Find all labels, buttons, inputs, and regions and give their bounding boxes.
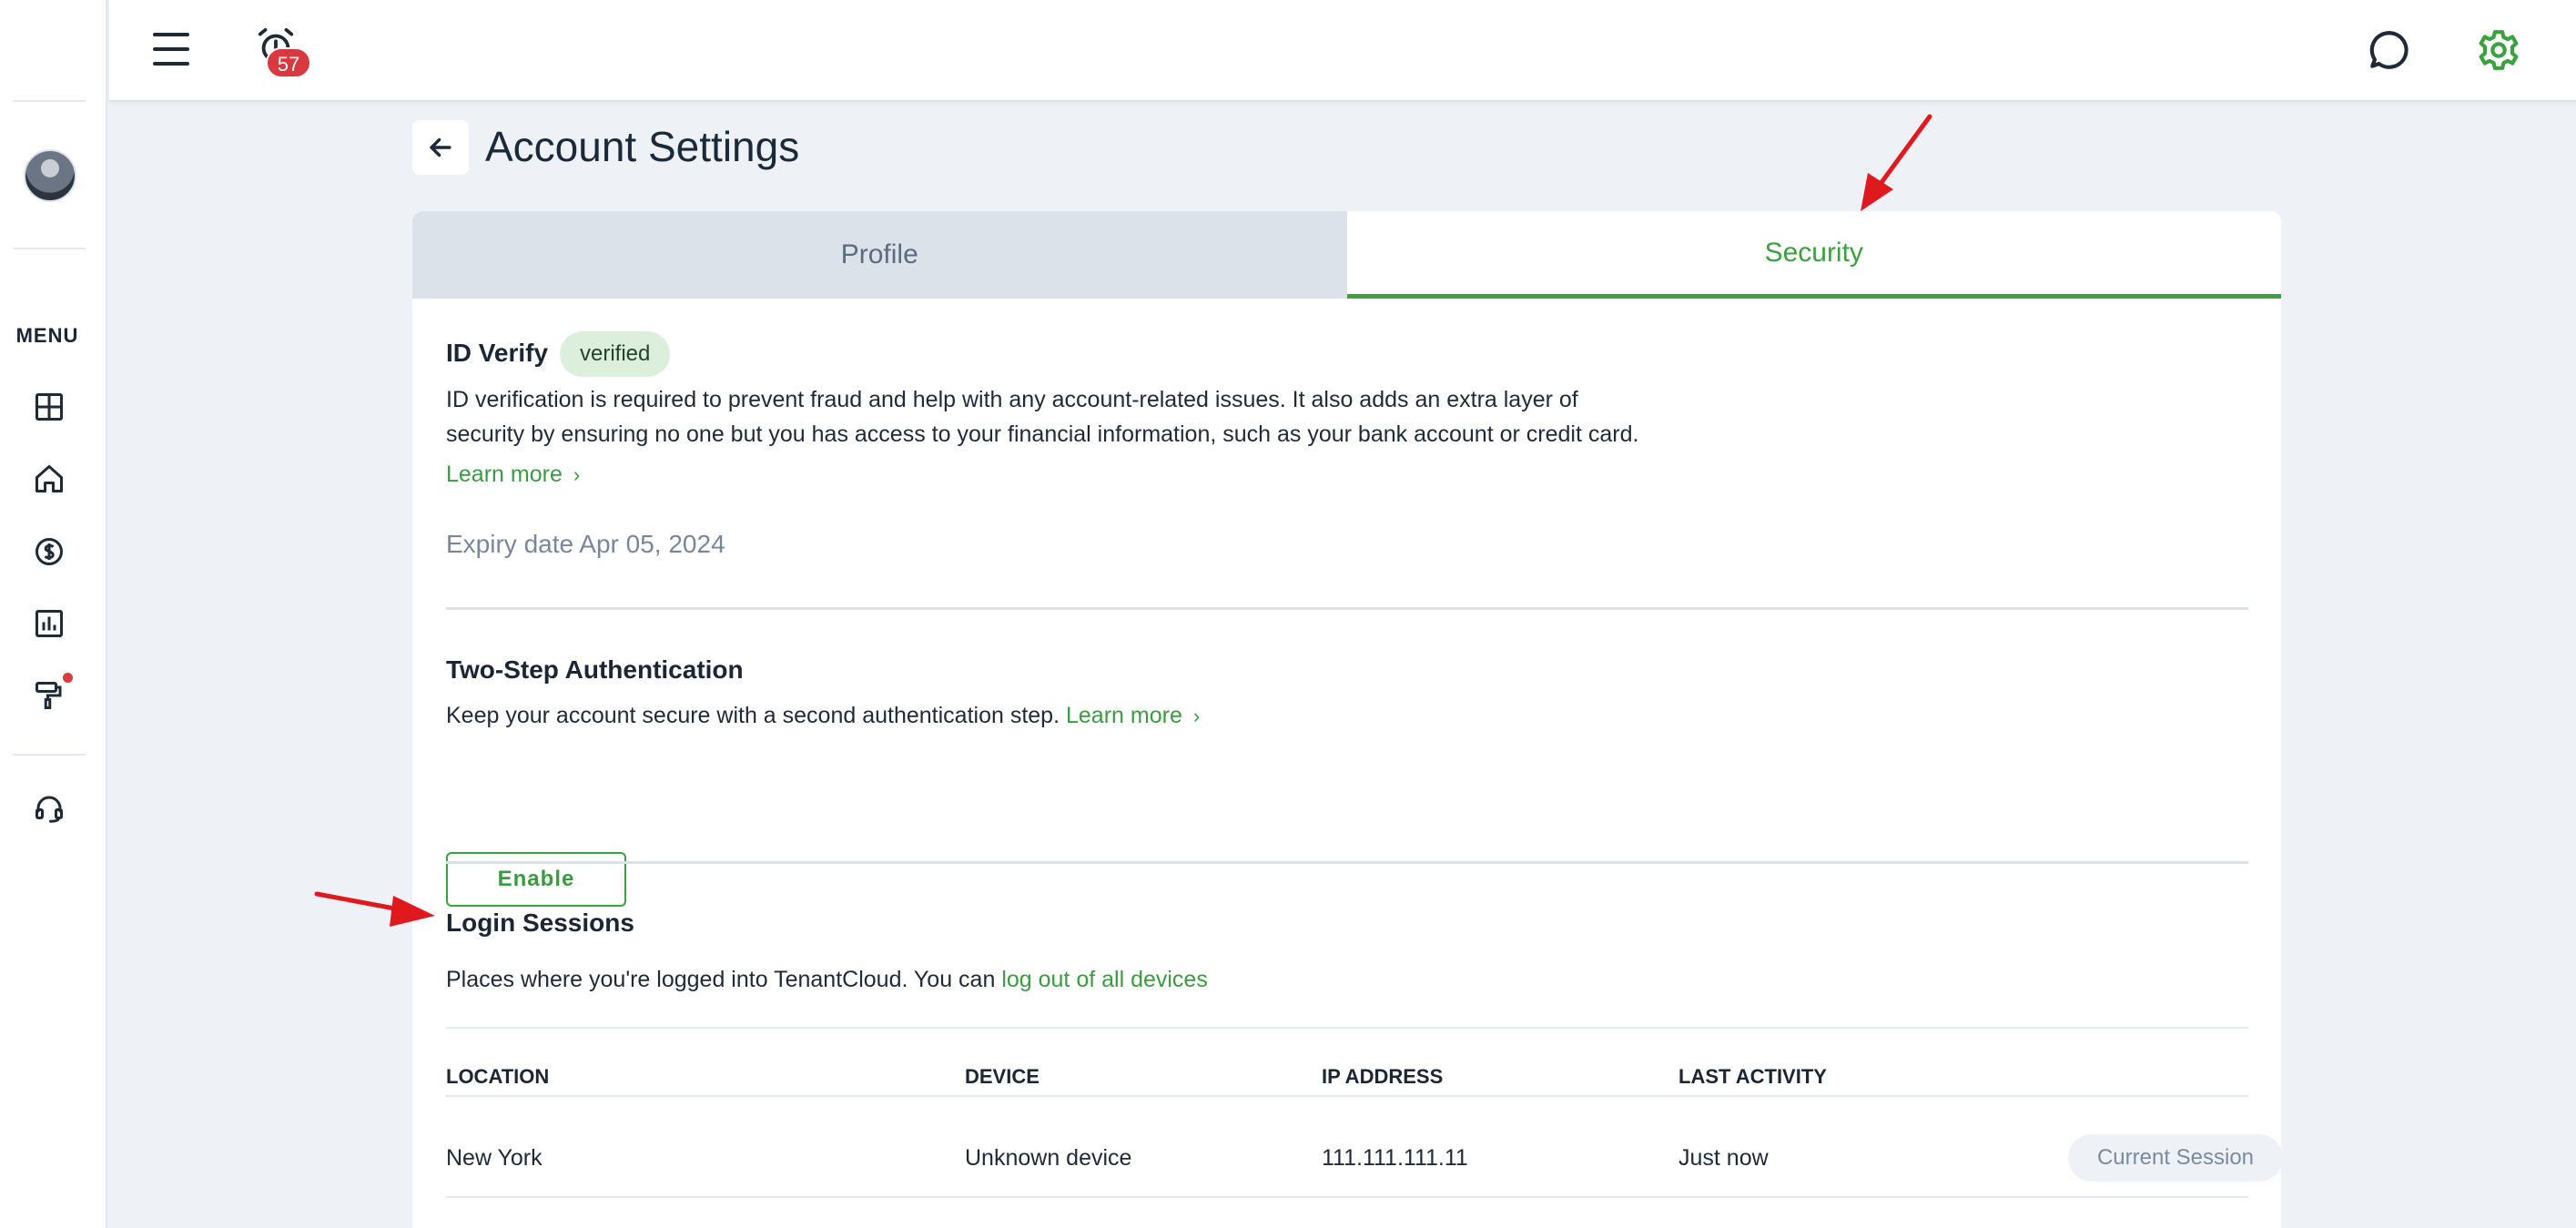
sidebar-item-reports[interactable]	[29, 604, 69, 644]
settings-button[interactable]	[2476, 27, 2521, 73]
sidebar-item-properties[interactable]	[29, 459, 69, 499]
arrow-left-icon	[430, 137, 451, 157]
logout-all-devices-link[interactable]: log out of all devices	[1001, 967, 1208, 992]
session-last-activity: Just now	[1678, 1145, 1769, 1171]
login-sessions-title: Login Sessions	[446, 908, 634, 937]
session-ip-address: 111.111.111.11	[1322, 1145, 1468, 1171]
two-step-description-row: Keep your account secure with a second a…	[446, 698, 1200, 734]
session-device: Unknown device	[965, 1145, 1132, 1171]
top-bar: 57	[109, 0, 2576, 102]
avatar[interactable]	[24, 149, 76, 202]
status-badge: verified	[560, 331, 671, 377]
gear-icon	[2479, 30, 2519, 70]
menu-label: MENU	[15, 324, 79, 347]
section-divider	[446, 607, 2248, 610]
paint-roller-icon	[35, 682, 62, 709]
chevron-right-icon: ›	[1192, 705, 1201, 727]
column-header-last-activity: LAST ACTIVITY	[1678, 1065, 1827, 1088]
sidebar-item-finances[interactable]	[29, 532, 69, 572]
sidebar-divider	[13, 754, 86, 756]
section-divider	[446, 861, 2248, 864]
login-sessions-description: Places where you're logged into TenantCl…	[446, 967, 996, 992]
login-sessions-description-row: Places where you're logged into TenantCl…	[446, 962, 1208, 997]
sidebar-divider	[13, 248, 86, 249]
page-title: Account Settings	[485, 123, 800, 170]
enable-button[interactable]: Enable	[446, 852, 626, 907]
sidebar: MENU	[0, 0, 107, 1228]
id-verify-title: ID Verify	[446, 339, 549, 367]
table-top-border	[446, 1027, 2248, 1029]
dollar-circle-icon	[35, 538, 63, 565]
sidebar-divider	[13, 100, 86, 102]
bar-chart-icon	[35, 610, 63, 637]
current-session-badge: Current Session	[2068, 1134, 2281, 1182]
back-button[interactable]	[412, 120, 469, 175]
expiry-date: Expiry date Apr 05, 2024	[446, 530, 725, 558]
tab-profile[interactable]: Profile	[412, 211, 1347, 299]
two-step-description: Keep your account secure with a second a…	[446, 703, 1060, 728]
settings-card: Profile Security ID Verify verified ID v…	[412, 211, 2281, 1228]
annotation-arrow-security	[1861, 114, 1932, 211]
column-header-device: DEVICE	[965, 1065, 1040, 1088]
chat-button[interactable]	[2367, 27, 2412, 73]
notification-badge: 57	[266, 47, 311, 78]
tab-security[interactable]: Security	[1346, 211, 2281, 299]
learn-more-text[interactable]: Learn more	[446, 462, 563, 487]
hamburger-menu-button[interactable]	[153, 33, 189, 66]
id-verify-learn-more-link[interactable]: Learn more ›	[446, 457, 580, 492]
two-step-title: Two-Step Authentication	[446, 655, 744, 684]
headset-icon	[35, 796, 63, 823]
dashboard-icon	[35, 393, 63, 421]
column-header-ip-address: IP ADDRESS	[1322, 1065, 1444, 1088]
notification-dot	[63, 673, 73, 683]
home-icon	[35, 465, 63, 492]
two-step-learn-more-link[interactable]: Learn more	[1066, 703, 1182, 728]
id-verify-description-line1: ID verification is required to prevent f…	[446, 387, 1578, 412]
tab-bar: Profile Security	[412, 211, 2281, 299]
chat-bubble-icon	[2369, 31, 2409, 69]
id-verify-description-line2: security by ensuring no one but you has …	[446, 421, 1639, 447]
sidebar-item-maintenance[interactable]	[29, 675, 69, 715]
table-row-border	[446, 1196, 2248, 1198]
table-header-border	[446, 1095, 2248, 1097]
chevron-right-icon: ›	[573, 463, 581, 486]
column-header-location: LOCATION	[446, 1065, 550, 1088]
session-location: New York	[446, 1145, 543, 1171]
sidebar-item-support[interactable]	[29, 788, 69, 828]
sidebar-item-dashboard[interactable]	[29, 387, 69, 427]
